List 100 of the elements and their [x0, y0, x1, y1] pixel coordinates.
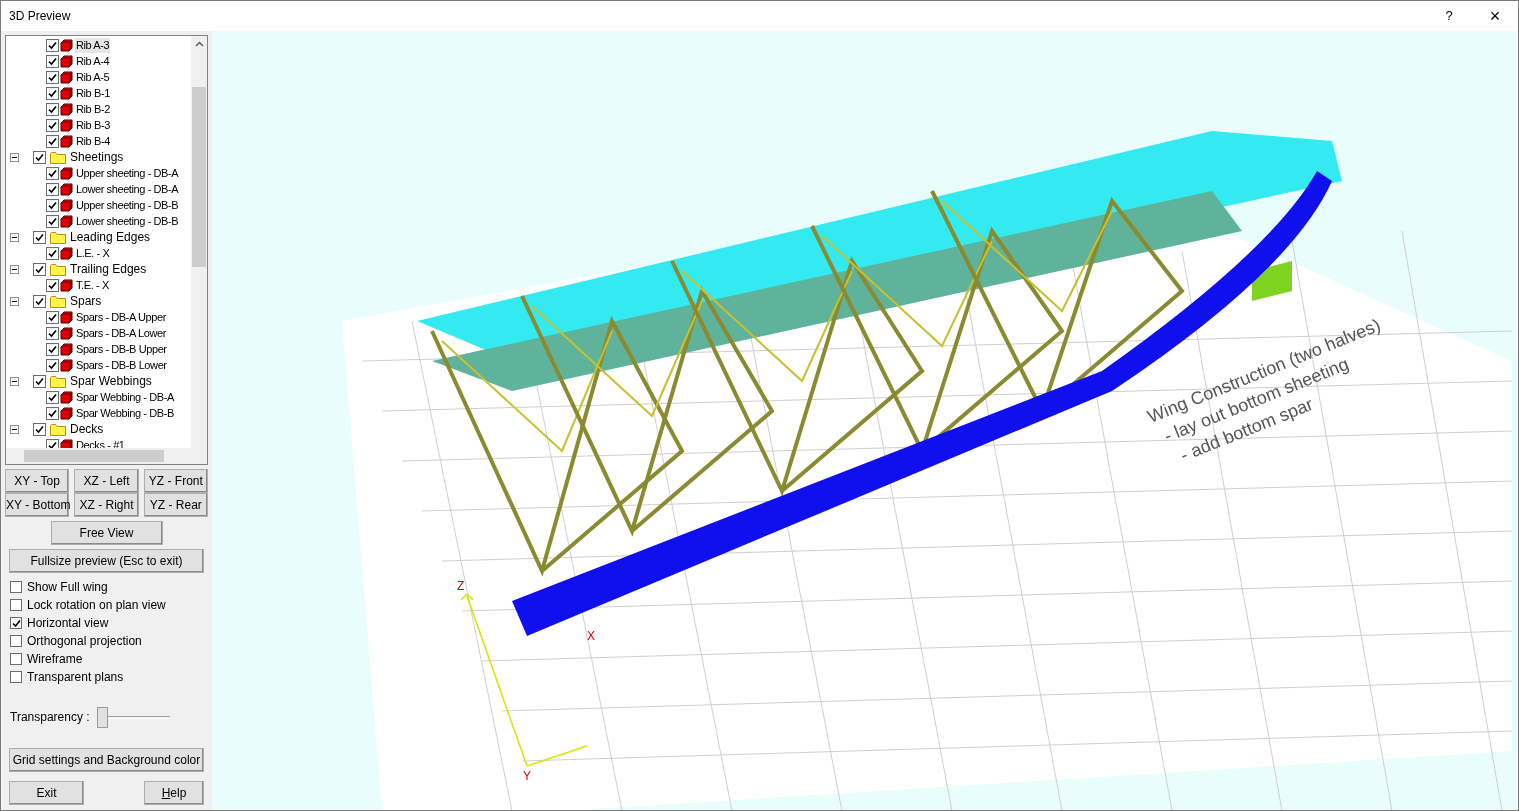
checkbox[interactable]: [46, 198, 59, 212]
cube-icon: [60, 166, 73, 180]
checkbox[interactable]: [46, 246, 59, 260]
checkbox[interactable]: [46, 214, 59, 228]
checkbox[interactable]: [33, 262, 46, 276]
checkbox[interactable]: [46, 38, 59, 52]
scrollbar-thumb[interactable]: [192, 87, 206, 267]
folder-icon: [50, 422, 66, 436]
checkbox[interactable]: [46, 390, 59, 404]
checkbox[interactable]: [46, 54, 59, 68]
checkbox[interactable]: [10, 671, 22, 683]
folder-icon: [50, 374, 66, 388]
cube-icon: [60, 102, 73, 116]
checkbox[interactable]: [33, 374, 46, 388]
cube-icon: [60, 118, 73, 132]
cube-icon: [60, 278, 73, 292]
tree-folder[interactable]: Spars: [70, 293, 102, 309]
tree-item[interactable]: Rib B-2: [75, 101, 111, 117]
checkbox[interactable]: [33, 294, 46, 308]
tree-item[interactable]: Spars - DB-B Upper: [75, 341, 168, 357]
tree-item[interactable]: L.E. - X: [75, 245, 111, 261]
tree-item[interactable]: Spar Webbing - DB-A: [75, 389, 175, 405]
grid-settings-button[interactable]: Grid settings and Background color: [9, 748, 204, 772]
tree-folder[interactable]: Spar Webbings: [70, 373, 152, 389]
cube-icon: [60, 390, 73, 404]
help-button[interactable]: Help: [144, 781, 204, 805]
expander-icon[interactable]: [10, 152, 19, 162]
cube-icon: [60, 86, 73, 100]
view-button[interactable]: XY - Top: [5, 469, 70, 493]
tree-item[interactable]: Rib B-4: [75, 133, 111, 149]
option-label: Transparent plans: [27, 669, 124, 686]
tree-item[interactable]: Rib A-4: [75, 53, 111, 69]
checkbox[interactable]: [10, 635, 22, 647]
checkbox[interactable]: [46, 166, 59, 180]
horizontal-scrollbar[interactable]: [6, 448, 207, 464]
cube-icon: [60, 38, 73, 52]
checkbox[interactable]: [46, 182, 59, 196]
checkbox[interactable]: [46, 134, 59, 148]
tree-item[interactable]: Lower sheeting - DB-A: [75, 181, 180, 197]
expander-icon[interactable]: [10, 296, 19, 306]
checkbox[interactable]: [46, 86, 59, 100]
cube-icon: [60, 310, 73, 324]
expander-icon[interactable]: [10, 424, 19, 434]
cube-icon: [60, 214, 73, 228]
cube-icon: [60, 134, 73, 148]
checkbox[interactable]: [46, 118, 59, 132]
axis-drawing: Z Y X: [457, 576, 637, 786]
tree-item[interactable]: Upper sheeting - DB-A: [75, 165, 180, 181]
checkbox[interactable]: [46, 310, 59, 324]
checkbox[interactable]: [33, 150, 46, 164]
checkbox[interactable]: [10, 599, 22, 611]
checkbox[interactable]: [46, 326, 59, 340]
checkbox[interactable]: [46, 342, 59, 356]
cube-icon: [60, 70, 73, 84]
checkbox[interactable]: [46, 358, 59, 372]
checkbox[interactable]: [46, 278, 59, 292]
tree-folder[interactable]: Sheetings: [70, 149, 124, 165]
exit-button[interactable]: Exit: [9, 781, 84, 805]
tree-item[interactable]: Lower sheeting - DB-B: [75, 213, 180, 229]
cube-icon: [60, 54, 73, 68]
checkbox[interactable]: [46, 102, 59, 116]
tree-folder[interactable]: Trailing Edges: [70, 261, 147, 277]
tree-item[interactable]: Rib A-5: [75, 69, 111, 85]
checkbox[interactable]: [46, 70, 59, 84]
expander-icon[interactable]: [10, 264, 19, 274]
checkbox[interactable]: [46, 406, 59, 420]
tree-item[interactable]: Decks - #1: [75, 437, 126, 448]
checkbox[interactable]: [10, 581, 22, 593]
view-button[interactable]: XZ - Left: [74, 469, 139, 493]
tree-item[interactable]: Rib B-3: [75, 117, 111, 133]
vertical-scrollbar[interactable]: [191, 36, 207, 448]
tree-folder[interactable]: Decks: [70, 421, 104, 437]
tree-item[interactable]: Rib B-1: [75, 85, 111, 101]
window-title: 3D Preview: [9, 8, 71, 25]
checkbox[interactable]: [10, 653, 22, 665]
tree-item[interactable]: Upper sheeting - DB-B: [75, 197, 180, 213]
expander-icon[interactable]: [10, 376, 19, 386]
slider-thumb[interactable]: [97, 707, 109, 728]
tree-item[interactable]: T.E. - X: [75, 277, 110, 293]
option-label: Orthogonal projection: [27, 633, 142, 650]
checkbox[interactable]: [10, 617, 22, 629]
tree-folder[interactable]: Leading Edges: [70, 229, 151, 245]
tree-item[interactable]: Spars - DB-A Lower: [75, 325, 167, 341]
view-button[interactable]: YZ - Front: [143, 469, 208, 493]
checkbox[interactable]: [33, 422, 46, 436]
tree-item[interactable]: Spar Webbing - DB-B: [75, 405, 175, 421]
free-view-button[interactable]: Free View: [50, 521, 163, 545]
view-button[interactable]: XY - Bottom: [5, 493, 70, 517]
fullsize-preview-button[interactable]: Fullsize preview (Esc to exit): [9, 549, 204, 573]
tree-item[interactable]: Spars - DB-B Lower: [75, 357, 168, 373]
expander-icon[interactable]: [10, 232, 19, 242]
view-button[interactable]: XZ - Right: [74, 493, 139, 517]
tree-item[interactable]: Rib A-3: [75, 37, 111, 53]
option-label: Show Full wing: [27, 579, 108, 596]
cube-icon: [60, 326, 73, 340]
scroll-up-icon[interactable]: [194, 41, 204, 47]
checkbox[interactable]: [33, 230, 46, 244]
view-button[interactable]: YZ - Rear: [143, 493, 208, 517]
option-label: Lock rotation on plan view: [27, 597, 166, 614]
tree-item[interactable]: Spars - DB-A Upper: [75, 309, 167, 325]
